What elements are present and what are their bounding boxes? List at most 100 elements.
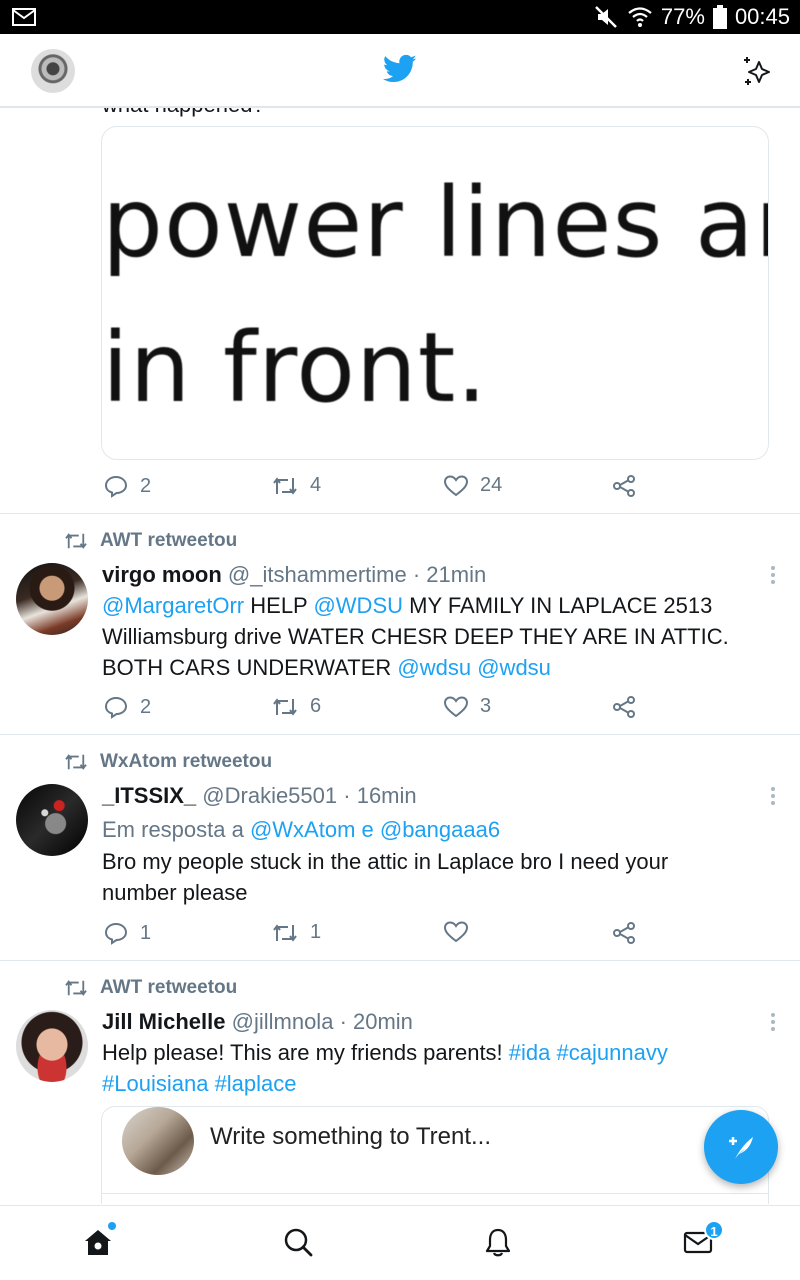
tweet-image[interactable]: power lines ar in front. [101, 126, 769, 460]
tweet-actions: 2 4 24 [102, 474, 642, 504]
more-options-button[interactable] [768, 566, 778, 587]
share-button[interactable] [612, 921, 636, 945]
reply-to-users[interactable]: @WxAtom e @bangaaa6 [250, 817, 500, 842]
more-options-button[interactable] [768, 787, 778, 808]
clock: 00:45 [734, 4, 790, 29]
tweet-link[interactable]: #cajunnavy [557, 1040, 668, 1065]
nav-messages[interactable]: 1 [682, 1220, 724, 1262]
tweet-header: _ITSSIX_ @Drakie5501 · 16min [102, 783, 417, 809]
heart-icon [444, 695, 468, 717]
divider [0, 513, 800, 514]
profile-avatar-button[interactable] [31, 49, 75, 93]
status-bar: 77% 00:45 [0, 0, 800, 34]
reply-count: 1 [140, 921, 152, 944]
reply-button[interactable]: 2 [104, 695, 151, 719]
reply-context: Em resposta a @WxAtom e @bangaaa6 [102, 814, 742, 845]
tweet-text: Help please! This are my friends parents… [102, 1037, 742, 1099]
retweet-button[interactable]: 1 [272, 921, 321, 944]
like-button[interactable]: 24 [444, 474, 502, 497]
reply-button[interactable]: 1 [104, 921, 151, 945]
tweet-link[interactable]: #laplace [215, 1071, 297, 1096]
reply-icon [104, 475, 128, 498]
tweet-text-partial: what happened? [102, 108, 265, 118]
reply-button[interactable]: 2 [104, 474, 151, 498]
retweet-context: AWT retweetou [64, 977, 237, 999]
tweet-actions: 2 6 3 [102, 695, 642, 725]
like-count: 24 [480, 474, 503, 496]
nav-notifications[interactable] [482, 1226, 518, 1262]
share-icon [613, 696, 635, 718]
handle[interactable]: @jillmnola [232, 1009, 334, 1034]
image-text-line: in front. [102, 312, 488, 424]
retweet-icon [273, 476, 297, 495]
retweeted-by[interactable]: AWT retweetou [100, 530, 237, 552]
handle[interactable]: @Drakie5501 [202, 783, 337, 808]
embedded-compose-text: Write something to Trent... [210, 1123, 492, 1150]
tweet-link[interactable]: @WDSU [313, 593, 403, 618]
share-icon [613, 922, 635, 944]
embedded-image[interactable]: Write something to Trent... [101, 1106, 769, 1204]
tweet-text: Bro my people stuck in the attic in Lapl… [102, 846, 742, 908]
retweet-context: WxAtom retweetou [64, 751, 272, 773]
mail-notification-icon [12, 8, 36, 26]
display-name[interactable]: virgo moon [102, 562, 222, 587]
more-options-button[interactable] [768, 1013, 778, 1034]
display-name[interactable]: _ITSSIX_ [102, 783, 196, 808]
reply-prefix: Em resposta a [102, 817, 250, 842]
tweet-header: virgo moon @_itshammertime · 21min [102, 562, 486, 588]
tweet-actions: 1 1 [102, 921, 642, 951]
divider [0, 960, 800, 961]
compose-tweet-button[interactable] [704, 1110, 778, 1184]
tweet-text-segment: HELP [244, 593, 314, 618]
nav-home[interactable] [82, 1222, 118, 1262]
embedded-profile-photo [122, 1107, 194, 1175]
compose-feather-icon [729, 1137, 753, 1159]
retweet-icon [65, 980, 87, 996]
wifi-icon [628, 7, 652, 27]
retweet-icon [65, 754, 87, 770]
retweet-icon [273, 697, 297, 716]
tweet-link[interactable]: @wdsu [477, 655, 551, 680]
tweet-link[interactable]: #ida [509, 1040, 551, 1065]
like-button[interactable]: 3 [444, 695, 491, 718]
reply-icon [104, 922, 128, 945]
avatar[interactable] [16, 784, 88, 856]
sparkle-timeline-icon[interactable] [740, 54, 774, 88]
battery-percent: 77% [660, 4, 705, 29]
nav-search[interactable] [282, 1226, 318, 1262]
twitter-bird-icon[interactable] [383, 54, 417, 84]
retweet-count: 1 [310, 921, 322, 943]
retweeted-by[interactable]: AWT retweetou [100, 977, 237, 999]
bell-icon [485, 1228, 511, 1257]
timestamp: · 20min [339, 1009, 413, 1034]
reply-count: 2 [140, 474, 152, 497]
retweet-button[interactable]: 4 [272, 474, 321, 497]
home-icon [85, 1230, 111, 1255]
tweet-header: Jill Michelle @jillmnola · 20min [102, 1009, 413, 1035]
reply-count: 2 [140, 695, 152, 718]
tweet-link[interactable]: #Louisiana [102, 1071, 208, 1096]
heart-icon [444, 921, 468, 943]
tweet-link[interactable]: @MargaretOrr [102, 593, 244, 618]
app-header [0, 34, 800, 108]
retweet-count: 6 [310, 695, 322, 717]
display-name[interactable]: Jill Michelle [102, 1009, 226, 1034]
tweet-text: @MargaretOrr HELP @WDSU MY FAMILY IN LAP… [102, 590, 742, 683]
retweeted-by[interactable]: WxAtom retweetou [100, 751, 272, 773]
avatar[interactable] [16, 563, 88, 635]
handle[interactable]: @_itshammertime [228, 562, 407, 587]
like-button[interactable] [444, 921, 480, 943]
retweet-button[interactable]: 6 [272, 695, 321, 718]
like-count: 3 [480, 695, 492, 717]
divider [0, 734, 800, 735]
search-icon [284, 1228, 313, 1257]
mute-icon [595, 6, 617, 28]
share-button[interactable] [612, 474, 636, 498]
retweet-context: AWT retweetou [64, 530, 237, 552]
tweet-link[interactable]: @wdsu [397, 655, 471, 680]
retweet-count: 4 [310, 474, 322, 496]
bottom-navigation: 1 [0, 1205, 800, 1280]
battery-icon [712, 5, 727, 29]
share-button[interactable] [612, 695, 636, 719]
avatar[interactable] [16, 1010, 88, 1082]
